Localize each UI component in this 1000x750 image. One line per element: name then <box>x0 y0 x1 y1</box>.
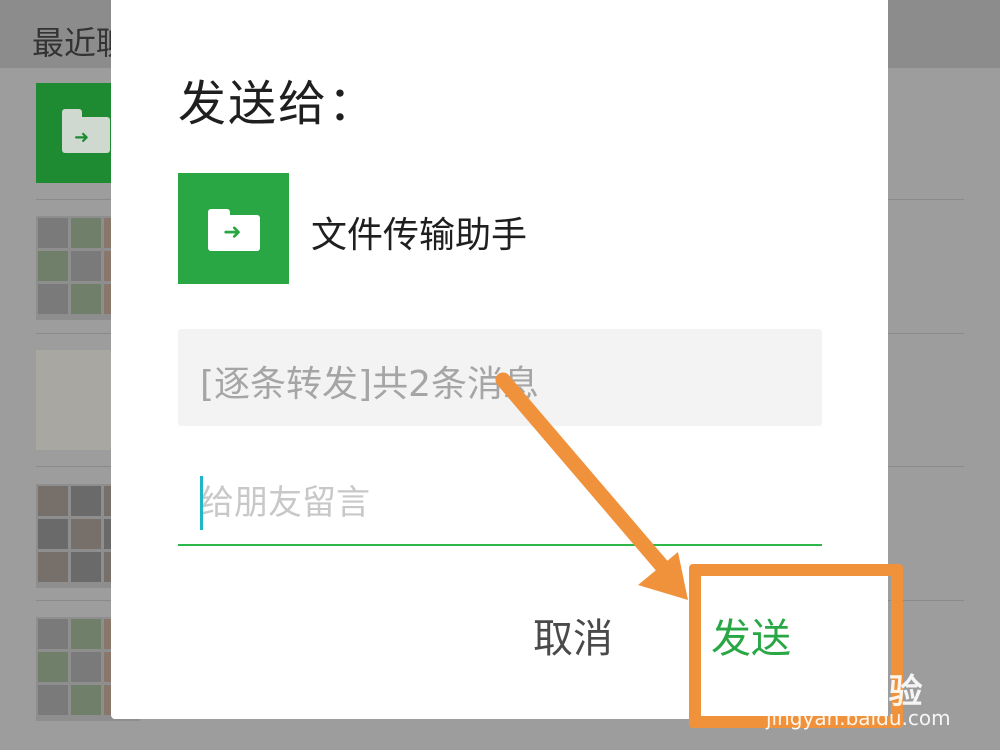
text-caret <box>200 476 203 530</box>
watermark-url: jingyan.baidu.com <box>766 706 951 730</box>
leave-message-input[interactable] <box>178 462 822 546</box>
recipient-avatar: ➜ <box>178 173 289 284</box>
message-preview-text: [逐条转发]共2条消息 <box>200 364 539 405</box>
recipient-name: 文件传输助手 <box>311 215 528 256</box>
forward-message-preview: [逐条转发]共2条消息 <box>178 329 822 426</box>
arrow-right-icon: ➜ <box>74 127 90 148</box>
dialog-title: 发送给： <box>178 76 379 132</box>
cancel-button[interactable]: 取消 <box>533 606 613 664</box>
folder-arrow-icon: ➜ <box>208 209 260 251</box>
baidu-jingyan-watermark: Baidu经验 jingyan.baidu.com <box>760 664 951 730</box>
